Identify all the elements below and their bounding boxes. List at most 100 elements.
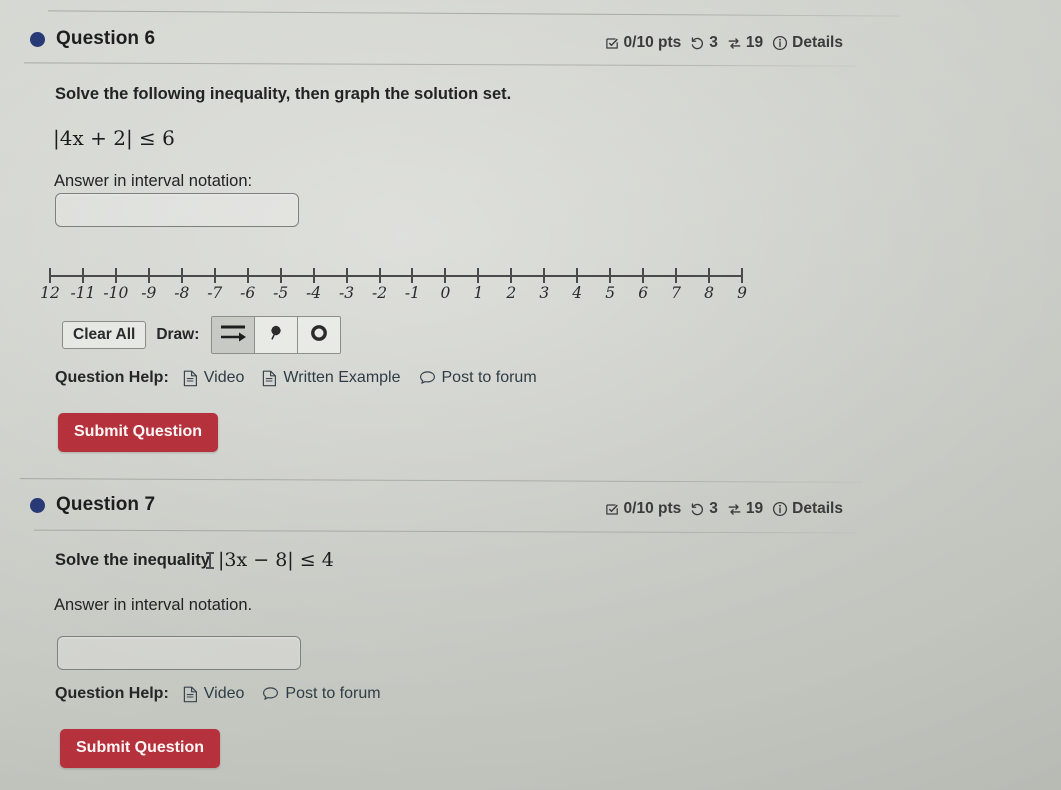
number-line-tick-label: 5 (605, 284, 616, 302)
number-line-tick (510, 268, 513, 283)
number-line-tick-label: 12 (40, 284, 60, 302)
question-6-help-written-example[interactable]: Written Example (262, 369, 401, 387)
top-divider (48, 10, 900, 17)
swap-arrows-icon (727, 502, 742, 517)
number-line-tick (312, 268, 315, 283)
question-7-top-divider (20, 478, 862, 483)
draw-tool-group (211, 316, 342, 354)
number-line-tick (345, 268, 348, 283)
question-7-help-video[interactable]: Video (183, 685, 244, 703)
number-line-tick (49, 268, 51, 283)
number-line-tick (609, 268, 612, 283)
attempts-group: 3 (690, 34, 718, 52)
question-7-prompt: Solve the inequality (55, 551, 210, 569)
number-line-tick-label: 9 (737, 284, 747, 302)
question-6-meta: 0/10 pts 3 19 Details (605, 34, 843, 52)
question-7-title-group: Question 7 (30, 494, 155, 516)
question-7-help-label: Question Help: (55, 685, 169, 702)
number-line-tick (411, 268, 414, 283)
number-line-tick (741, 268, 743, 283)
details-label: Details (792, 34, 843, 51)
number-line-tick (576, 268, 579, 283)
details-label: Details (792, 500, 843, 517)
clear-all-button[interactable]: Clear All (62, 320, 147, 350)
question-7-title: Question 7 (56, 494, 156, 515)
number-line-tick (279, 268, 282, 283)
details-group[interactable]: Details (772, 500, 843, 518)
question-6-submit-button[interactable]: Submit Question (58, 413, 218, 452)
points-value: 0/10 pts (623, 500, 682, 517)
number-line-tick-label: 1 (473, 284, 484, 302)
undo-arrow-icon (690, 36, 705, 51)
draw-toolbar: Clear All Draw: (62, 316, 342, 354)
question-6-help-written-example-label: Written Example (283, 369, 401, 386)
number-line-axis (50, 275, 742, 277)
number-line-tick (477, 268, 480, 283)
number-line-tick-label: -11 (70, 284, 96, 302)
number-line-tick (246, 268, 249, 283)
ray-tool-button[interactable] (212, 317, 256, 353)
document-icon (183, 686, 198, 703)
number-line-tick (180, 268, 183, 283)
checkbox-icon (605, 36, 620, 51)
number-line-tick (444, 268, 447, 283)
closed-dot-tool-button[interactable] (255, 317, 299, 353)
reattempts-value: 19 (745, 34, 764, 51)
question-7-submit-button[interactable]: Submit Question (60, 729, 220, 768)
reattempts-group: 19 (727, 34, 763, 52)
assignment-page: Question 6 0/10 pts 3 19 Details Solve t… (0, 0, 1061, 790)
number-line-tick-label: -7 (207, 284, 223, 302)
question-6-help-post-forum[interactable]: Post to forum (419, 369, 537, 387)
details-group[interactable]: Details (772, 34, 843, 52)
number-line-tick-label: 7 (671, 284, 682, 302)
question-6-help-video[interactable]: Video (183, 369, 244, 387)
attempts-value: 3 (709, 500, 718, 517)
filled-dot-icon (264, 321, 288, 350)
number-line-tick (642, 268, 645, 283)
question-7-answer-label: Answer in interval notation. (54, 596, 253, 614)
points-group: 0/10 pts (605, 500, 682, 518)
info-icon (772, 501, 788, 517)
number-line-tick-label: -2 (371, 284, 388, 302)
question-6-prompt: Solve the following inequality, then gra… (55, 85, 512, 103)
number-line-tick-label: -9 (141, 284, 157, 302)
question-7-help-row: Question Help: Video Post to forum (55, 685, 399, 703)
number-line-tick-label: -5 (273, 284, 289, 302)
question-6-help-post-forum-label: Post to forum (441, 369, 537, 386)
question-7-help-post-forum[interactable]: Post to forum (262, 685, 381, 703)
points-value: 0/10 pts (623, 34, 682, 51)
question-6-answer-input[interactable] (55, 193, 299, 227)
number-line-tick (81, 268, 84, 283)
question-6-help-label: Question Help: (55, 369, 169, 386)
attempts-value: 3 (709, 34, 718, 51)
attempts-group: 3 (690, 500, 718, 518)
number-line-tick-label: -8 (174, 284, 190, 302)
number-line-tick-label: 3 (539, 284, 550, 302)
number-line-tick-label: 8 (704, 284, 714, 302)
number-line-tick (213, 268, 216, 283)
question-7-meta: 0/10 pts 3 19 Details (605, 500, 843, 518)
ray-arrow-icon (218, 321, 248, 350)
number-line-tick (378, 268, 381, 283)
question-status-dot (30, 497, 45, 513)
number-line-tick-label: -6 (240, 284, 256, 302)
number-line-graph[interactable]: 12 -11 -10 -9 -8 -7 -6 -5 -4 -3 -2 -1 0 1 2 3 4 5 6 7 8 9 (30, 262, 750, 308)
question-status-dot (30, 31, 45, 47)
open-dot-tool-button[interactable] (298, 317, 341, 353)
document-icon (183, 370, 198, 387)
open-circle-icon (308, 322, 330, 349)
question-7-answer-input[interactable] (57, 636, 301, 670)
checkbox-icon (605, 502, 620, 517)
reattempts-group: 19 (727, 500, 763, 518)
draw-label: Draw: (156, 326, 200, 343)
speech-bubble-icon (262, 686, 279, 702)
points-group: 0/10 pts (605, 34, 682, 52)
document-icon (262, 370, 277, 387)
question-6-title: Question 6 (56, 28, 156, 49)
question-6-expression: |4x + 2| ≤ 6 (53, 126, 175, 150)
number-line-tick-label: -4 (306, 284, 322, 302)
number-line-tick (708, 268, 711, 283)
speech-bubble-icon (419, 370, 436, 386)
number-line-tick (114, 268, 117, 283)
undo-arrow-icon (690, 502, 705, 517)
